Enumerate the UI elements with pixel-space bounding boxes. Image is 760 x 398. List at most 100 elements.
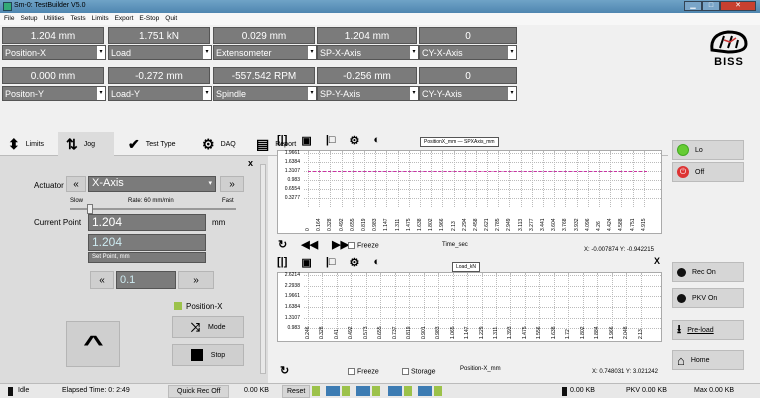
x-tick-label: 1.475 xyxy=(405,218,412,231)
plot2-storage[interactable]: Storage xyxy=(402,368,436,375)
close-button[interactable]: ✕ xyxy=(720,1,756,11)
chevron-down-icon[interactable]: ▾ xyxy=(97,87,105,100)
plot1-freeze[interactable]: Freeze xyxy=(348,242,379,249)
refresh-icon[interactable]: ↻ xyxy=(278,238,287,251)
select-channel-5[interactable]: CY-X-Axis ▾ xyxy=(419,45,517,60)
panel-close-x[interactable]: x xyxy=(248,158,253,168)
grid-line xyxy=(643,151,645,207)
home-button[interactable]: ⌂ Home xyxy=(672,350,744,370)
save-icon[interactable]: ▣ xyxy=(301,134,311,147)
jog-up-button[interactable]: ^ xyxy=(66,321,120,367)
chevron-down-icon[interactable]: ▾ xyxy=(203,87,211,100)
menu-limits[interactable]: Limits xyxy=(92,13,109,25)
cursor-icon[interactable]: |□ xyxy=(326,134,336,147)
step-field[interactable]: 0.1 xyxy=(116,271,176,289)
select-channel-7[interactable]: Load-Y ▾ xyxy=(108,86,212,101)
menu-quit[interactable]: Quit xyxy=(165,13,177,25)
tab-limits[interactable]: ⬍ Limits xyxy=(8,132,44,156)
select-channel-1[interactable]: Position-X ▾ xyxy=(2,45,106,60)
menu-estop[interactable]: E-Stop xyxy=(139,13,159,25)
actuator-next-button[interactable]: » xyxy=(220,176,244,192)
chevron-down-icon[interactable]: ▾ xyxy=(203,46,211,59)
grid-line xyxy=(632,151,634,207)
grid-line xyxy=(453,151,455,207)
pkv-on-button[interactable]: PKV On xyxy=(672,288,744,308)
check-icon: ✔ xyxy=(128,135,140,152)
plot2-xlabel: Position-X_mm xyxy=(460,366,501,372)
select-channel-2[interactable]: Load ▾ xyxy=(108,45,212,60)
grid-line xyxy=(304,180,661,181)
home-label: Home xyxy=(690,356,710,364)
forward-icon[interactable]: ▶▶ xyxy=(332,238,349,251)
step-increase-button[interactable]: » xyxy=(178,271,214,289)
freeze-checkbox[interactable] xyxy=(348,242,355,249)
plot2-area[interactable]: 2.6214 2.2938 1.9661 1.6384 1.3107 0.983 0.246… xyxy=(277,272,662,342)
select-channel-3[interactable]: Extensometer ▾ xyxy=(213,45,317,60)
gear-icon[interactable]: ⚙ xyxy=(350,256,360,269)
preload-button[interactable]: ⭳ Pre-load xyxy=(672,320,744,340)
step-decrease-button[interactable]: « xyxy=(90,271,114,289)
rewind-icon[interactable]: ◀◀ xyxy=(301,238,318,251)
x-tick-label: 0.655 xyxy=(377,326,384,339)
grid-line xyxy=(475,151,477,207)
menu-tests[interactable]: Tests xyxy=(70,13,85,25)
actuator-select[interactable]: X-Axis ▾ xyxy=(88,176,216,192)
quick-rec-button[interactable]: Quick Rec Off xyxy=(168,385,230,398)
actuator-prev-button[interactable]: « xyxy=(66,176,86,192)
select-channel-8[interactable]: Spindle ▾ xyxy=(213,86,317,101)
plot2-freeze[interactable]: Freeze xyxy=(348,368,379,375)
select-value: Load-Y xyxy=(111,89,141,99)
cursor-icon[interactable]: |□ xyxy=(326,256,336,269)
chevron-down-icon[interactable]: ▾ xyxy=(208,179,212,187)
x-tick-label: 0.41 xyxy=(333,329,340,339)
menu-export[interactable]: Export xyxy=(115,13,134,25)
lo-button[interactable]: Lo xyxy=(672,140,744,160)
tab-daq[interactable]: ⚙ DAQ xyxy=(202,132,236,156)
mode-button[interactable]: ⤨ Mode xyxy=(172,316,244,338)
menu-setup[interactable]: Setup xyxy=(20,13,37,25)
current-point-label: Current Point xyxy=(34,218,82,227)
gear-icon[interactable]: ⚙ xyxy=(350,134,360,147)
y-tick-label: 1.3107 xyxy=(284,168,300,174)
rate-slider-thumb[interactable] xyxy=(86,204,93,214)
menu-utilities[interactable]: Utilities xyxy=(43,13,64,25)
chevron-down-icon[interactable]: ▾ xyxy=(410,46,418,59)
fit-icon[interactable]: [|] xyxy=(277,256,287,269)
off-button[interactable]: ⏻ Off xyxy=(672,162,744,182)
reset-button[interactable]: Reset xyxy=(282,385,311,398)
tab-test-type[interactable]: ✔ Test Type xyxy=(128,132,176,156)
set-point-field[interactable]: 1.204 xyxy=(88,234,206,251)
chevron-down-icon[interactable]: ▾ xyxy=(308,46,316,59)
rate-slider-track[interactable] xyxy=(70,208,236,210)
plot2-close-x[interactable]: X xyxy=(654,256,660,266)
fit-icon[interactable]: [|] xyxy=(277,134,287,147)
panel-scrollbar[interactable] xyxy=(260,164,266,374)
set-point-label: Set Point, mm xyxy=(88,252,206,263)
chevron-down-icon[interactable]: ▾ xyxy=(97,46,105,59)
chevron-down-icon[interactable]: ▾ xyxy=(508,46,516,59)
freeze-checkbox[interactable] xyxy=(348,368,355,375)
select-channel-6[interactable]: Positon-Y ▾ xyxy=(2,86,106,101)
storage-checkbox[interactable] xyxy=(402,368,409,375)
refresh-icon[interactable]: ↻ xyxy=(280,364,289,377)
maximize-button[interactable]: □ xyxy=(702,1,720,11)
chevron-down-icon[interactable]: ▾ xyxy=(308,87,316,100)
plot1-area[interactable]: 1.9661 1.6384 1.3107 0.983 0.6554 0.3277 0 0.16… xyxy=(277,150,662,234)
select-channel-9[interactable]: SP-Y-Axis ▾ xyxy=(317,86,419,101)
rec-on-button[interactable]: Rec On xyxy=(672,262,744,282)
x-tick-label: 4.424 xyxy=(607,218,614,231)
x-tick-label: 1.393 xyxy=(507,326,514,339)
x-tick-label: 3.441 xyxy=(540,218,547,231)
save-icon[interactable]: ▣ xyxy=(301,256,311,269)
minimize-button[interactable]: ▁ xyxy=(684,1,702,11)
color-icon[interactable]: ◐ xyxy=(373,134,380,147)
select-channel-10[interactable]: CY-Y-Axis ▾ xyxy=(419,86,517,101)
select-channel-4[interactable]: SP-X-Axis ▾ xyxy=(317,45,419,60)
tab-jog[interactable]: ⇅ Jog xyxy=(58,132,114,156)
color-icon[interactable]: ◐ xyxy=(373,256,380,269)
stop-button[interactable]: Stop xyxy=(172,344,244,366)
chevron-down-icon[interactable]: ▾ xyxy=(410,87,418,100)
x-tick-label: 4.26 xyxy=(596,221,603,231)
menu-file[interactable]: File xyxy=(4,13,14,25)
chevron-down-icon[interactable]: ▾ xyxy=(508,87,516,100)
